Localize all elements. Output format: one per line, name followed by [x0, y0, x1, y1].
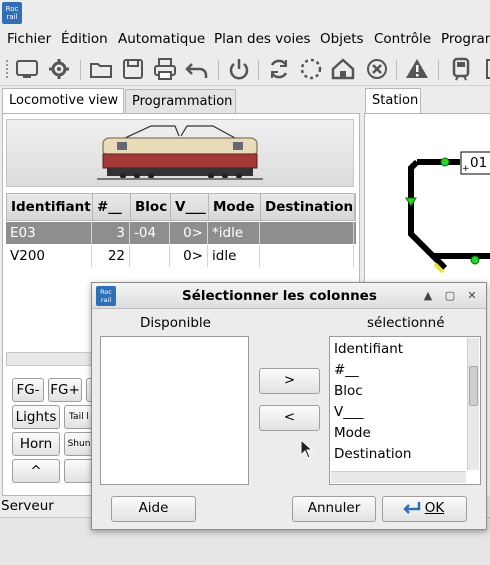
col-mode[interactable]: Mode	[209, 194, 261, 220]
app-logo: Roc rail	[2, 2, 22, 24]
col-v[interactable]: V___	[171, 194, 209, 220]
cell-destination	[260, 222, 354, 244]
dialog-titlebar[interactable]: Roc rail Sélectionner les colonnes ▲ ▢ ✕	[92, 283, 486, 309]
remove-column-button[interactable]: <	[259, 405, 320, 431]
menu-program[interactable]: Program	[441, 31, 490, 47]
ok-label: OK	[424, 500, 445, 516]
power-icon[interactable]	[226, 56, 252, 82]
station-block-label[interactable]: 01	[470, 155, 487, 171]
table-row[interactable]: E03 3 -04 0> *idle	[6, 222, 356, 244]
menu-plan-des-voies[interactable]: Plan des voies	[214, 31, 311, 47]
tab-programmation[interactable]: Programmation	[125, 89, 236, 113]
warning-icon[interactable]	[404, 56, 430, 82]
menu-objets[interactable]: Objets	[320, 31, 364, 47]
loco-table-header: Identifiant #__ Bloc V___ Mode Destinati…	[6, 193, 356, 221]
refresh-icon[interactable]	[266, 56, 292, 82]
cell-identifiant: V200	[6, 245, 92, 267]
tab-locomotive-view[interactable]: Locomotive view	[2, 88, 124, 114]
home-icon[interactable]	[330, 56, 356, 82]
menu-edition[interactable]: Édition	[61, 31, 108, 47]
selected-list-vertical-scrollbar[interactable]	[467, 338, 479, 470]
list-item[interactable]: Mode	[334, 425, 371, 441]
tail-lights-button[interactable]: Tail l	[64, 405, 94, 429]
available-list[interactable]	[100, 336, 249, 485]
plus-icon: +	[462, 164, 470, 174]
table-row[interactable]: V200 22 0> idle	[6, 245, 356, 267]
cell-v: 0>	[170, 222, 208, 244]
col-bloc[interactable]: Bloc	[131, 194, 171, 220]
enter-icon	[403, 501, 421, 515]
mouse-cursor-icon	[300, 438, 314, 459]
cell-bloc: -04	[130, 222, 170, 244]
panel-icon[interactable]	[14, 56, 40, 82]
print-icon[interactable]	[152, 56, 178, 82]
folder-icon[interactable]	[88, 56, 114, 82]
spinner-icon[interactable]	[298, 56, 324, 82]
gear-icon[interactable]	[46, 56, 72, 82]
shade-icon[interactable]: ▲	[421, 289, 435, 303]
stop-icon[interactable]	[364, 56, 390, 82]
train-icon[interactable]	[448, 56, 474, 82]
toolbar	[0, 52, 490, 86]
dialog-title: Sélectionner les colonnes	[182, 288, 377, 304]
menubar: Fichier Édition Automatique Plan des voi…	[0, 28, 490, 50]
add-column-button[interactable]: >	[259, 368, 320, 394]
lights-button[interactable]: Lights	[12, 405, 60, 429]
list-item[interactable]: Identifiant	[334, 341, 403, 357]
cell-mode: *idle	[208, 222, 260, 244]
menu-automatique[interactable]: Automatique	[118, 31, 205, 47]
list-item[interactable]: Bloc	[334, 383, 363, 399]
side-icon[interactable]	[478, 56, 490, 82]
col-identifiant[interactable]: Identifiant	[7, 194, 93, 220]
up-button[interactable]: ^	[12, 459, 60, 483]
save-icon[interactable]	[120, 56, 146, 82]
horn-button[interactable]: Horn	[12, 432, 60, 456]
list-item[interactable]: Destination	[334, 446, 411, 462]
cell-number: 3	[92, 222, 130, 244]
fg-minus-button[interactable]: FG-	[12, 378, 44, 402]
selected-list-horizontal-scrollbar[interactable]	[331, 471, 466, 483]
cell-number: 22	[92, 245, 130, 267]
ok-button[interactable]: OK	[382, 496, 467, 522]
selected-list[interactable]: Identifiant #__ Bloc V___ Mode Destinati…	[329, 336, 481, 485]
menu-fichier[interactable]: Fichier	[7, 31, 51, 47]
menu-controle[interactable]: Contrôle	[374, 31, 431, 47]
control-button[interactable]	[64, 459, 94, 483]
help-button[interactable]: Aide	[111, 496, 196, 522]
dialog-logo: Roc rail	[96, 286, 116, 306]
col-destination[interactable]: Destination	[261, 194, 355, 220]
col-number[interactable]: #__	[93, 194, 131, 220]
undo-icon[interactable]	[184, 56, 210, 82]
close-icon[interactable]: ✕	[465, 289, 479, 303]
cell-mode: idle	[208, 245, 260, 267]
cell-bloc	[130, 245, 170, 267]
locomotive-image	[6, 119, 354, 187]
table-horizontal-scrollbar[interactable]	[6, 352, 96, 366]
select-columns-dialog: Roc rail Sélectionner les colonnes ▲ ▢ ✕…	[91, 282, 487, 530]
list-item[interactable]: V___	[334, 404, 364, 420]
selected-label: sélectionné	[367, 315, 445, 331]
available-label: Disponible	[140, 315, 211, 331]
tab-station[interactable]: Station	[365, 88, 421, 114]
list-item[interactable]: #__	[334, 362, 359, 378]
cancel-button[interactable]: Annuler	[292, 496, 376, 522]
shunt-button[interactable]: Shun	[64, 432, 94, 456]
maximize-icon[interactable]: ▢	[443, 289, 457, 303]
fg-plus-button[interactable]: FG+	[48, 378, 82, 402]
cell-destination	[260, 245, 354, 267]
cell-v: 0>	[170, 245, 208, 267]
cell-identifiant: E03	[6, 222, 92, 244]
